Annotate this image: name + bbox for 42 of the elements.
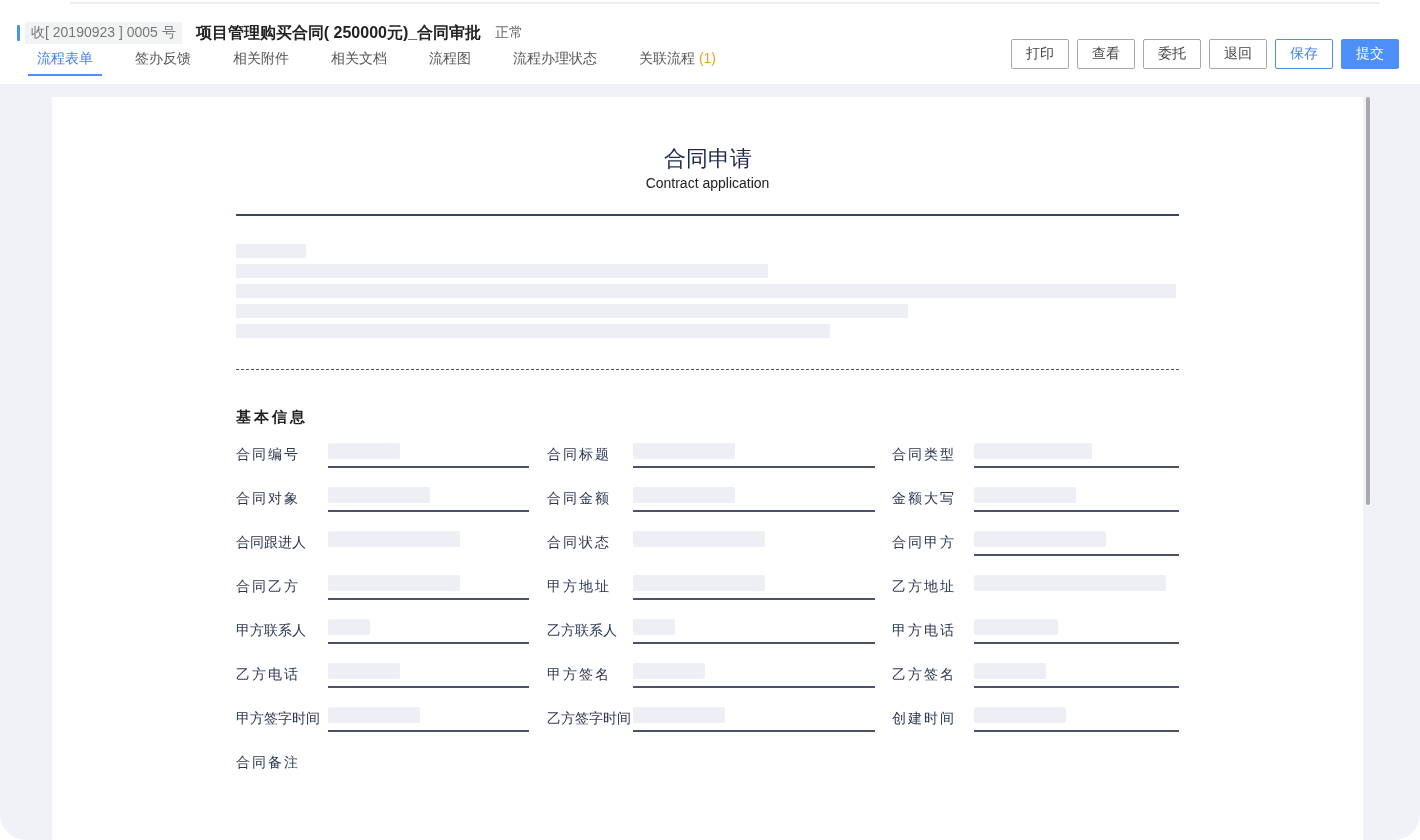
field-label: 创建时间 — [892, 710, 957, 728]
tab[interactable]: 相关附件 — [224, 46, 298, 76]
field-label: 合同标题 — [546, 446, 612, 464]
field-label: 乙方签字时间 — [546, 710, 632, 728]
field-label: 合同甲方 — [892, 534, 957, 552]
tab[interactable]: 关联流程 (1) — [630, 46, 725, 76]
field-label: 合同编号 — [236, 446, 301, 464]
field-label: 合同备注 — [236, 754, 301, 772]
document-status: 正常 — [495, 24, 524, 42]
form-title: 合同申请 — [662, 145, 753, 173]
tab[interactable]: 流程表单 — [28, 46, 102, 76]
accent-bar — [17, 25, 20, 41]
tab[interactable]: 相关文档 — [322, 46, 396, 76]
field-label: 乙方地址 — [892, 578, 957, 596]
tab[interactable]: 流程办理状态 — [504, 46, 606, 76]
document-title: 项目管理购买合同( 250000元)_合同审批 — [195, 22, 482, 43]
document-number: 收[ 20190923 ] 0005 号 — [25, 22, 182, 44]
field-label: 乙方联系人 — [546, 622, 618, 640]
tab[interactable]: 签办反馈 — [126, 46, 200, 76]
field-label: 合同乙方 — [236, 578, 301, 596]
field-label: 合同金额 — [546, 490, 612, 508]
scrollbar-thumb[interactable] — [1365, 97, 1370, 505]
field-label: 甲方地址 — [546, 578, 612, 596]
action-button[interactable]: 打印 — [1011, 39, 1069, 69]
field-label: 甲方联系人 — [236, 622, 307, 640]
field-label: 乙方签名 — [892, 666, 957, 684]
field-label: 合同状态 — [546, 534, 612, 552]
action-button[interactable]: 退回 — [1209, 39, 1267, 69]
field-label: 合同对象 — [236, 490, 301, 508]
form-subtitle: Contract application — [644, 175, 771, 191]
field-label: 合同跟进人 — [236, 534, 307, 552]
field-label: 乙方电话 — [236, 666, 301, 684]
action-button[interactable]: 查看 — [1077, 39, 1135, 69]
action-button[interactable]: 委托 — [1143, 39, 1201, 69]
field-label: 金额大写 — [892, 490, 957, 508]
field-label: 甲方签字时间 — [236, 710, 321, 728]
field-label: 甲方电话 — [892, 622, 957, 640]
tab[interactable]: 流程图 — [420, 46, 480, 76]
action-button[interactable]: 保存 — [1275, 39, 1333, 69]
field-label: 甲方签名 — [546, 666, 612, 684]
section-title: 基本信息 — [236, 408, 309, 427]
field-label: 合同类型 — [892, 446, 957, 464]
